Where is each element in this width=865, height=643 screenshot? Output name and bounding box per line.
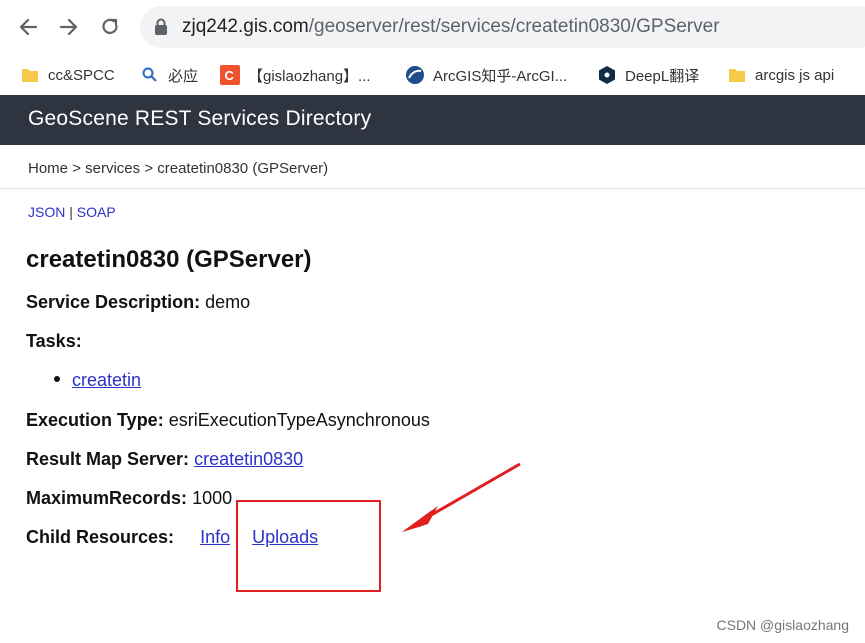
breadcrumb-services[interactable]: services xyxy=(85,160,140,177)
back-button[interactable] xyxy=(14,13,42,41)
url-text: zjq242.gis.com/geoserver/rest/services/c… xyxy=(182,16,720,38)
bookmark-label: ArcGIS知乎-ArcGI... xyxy=(433,67,568,85)
forward-button[interactable] xyxy=(55,13,83,41)
address-bar[interactable]: zjq242.gis.com/geoserver/rest/services/c… xyxy=(140,6,865,48)
bookmark-deepl[interactable]: DeepL翻译 xyxy=(597,63,699,87)
service-description-label: Service Description: xyxy=(26,292,201,312)
highlight-box xyxy=(236,500,381,592)
svg-text:C: C xyxy=(225,68,235,83)
bookmark-ccspcc[interactable]: cc&SPCC xyxy=(20,63,115,87)
service-description-value: demo xyxy=(205,292,251,312)
bookmark-label: arcgis js api xyxy=(755,66,835,84)
url-path: /geoserver/rest/services/createtin0830/G… xyxy=(308,16,720,37)
csdn-icon: C xyxy=(220,65,240,85)
breadcrumb-home[interactable]: Home xyxy=(28,160,68,177)
search-icon xyxy=(140,65,160,85)
arcgis-icon xyxy=(405,65,425,85)
result-map-server-row: Result Map Server: createtin0830 xyxy=(26,449,303,470)
json-link[interactable]: JSON xyxy=(28,204,65,220)
page-title: createtin0830 (GPServer) xyxy=(26,246,312,273)
bookmark-csdn[interactable]: C 【gislaozhang】... xyxy=(220,63,371,87)
bookmark-label: DeepL翻译 xyxy=(625,67,700,85)
format-divider: | xyxy=(69,204,73,220)
reload-icon xyxy=(102,18,118,35)
max-records-row: MaximumRecords: 1000 xyxy=(26,488,232,509)
child-resources-label: Child Resources: xyxy=(26,527,175,547)
lock-icon xyxy=(155,18,167,35)
task-link-createtin[interactable]: createtin xyxy=(72,370,141,390)
browser-toolbar: zjq242.gis.com/geoserver/rest/services/c… xyxy=(0,0,865,56)
reload-button[interactable] xyxy=(96,13,124,41)
breadcrumb-current: createtin0830 (GPServer) xyxy=(157,160,329,177)
task-list-item: createtin xyxy=(54,370,141,391)
folder-icon xyxy=(727,65,747,85)
breadcrumb-bar: Home > services > createtin0830 (GPServe… xyxy=(0,145,865,189)
bookmark-label: 必应 xyxy=(168,67,199,85)
tasks-label: Tasks: xyxy=(26,331,82,351)
breadcrumb-separator: > xyxy=(72,160,81,177)
bookmark-bing[interactable]: 必应 xyxy=(140,63,198,87)
url-host: zjq242.gis.com xyxy=(182,16,309,37)
child-info-link[interactable]: Info xyxy=(200,527,230,547)
bookmark-arcgis-js-api[interactable]: arcgis js api xyxy=(727,63,834,87)
execution-type-value: esriExecutionTypeAsynchronous xyxy=(168,410,430,430)
watermark: CSDN @gislaozhang xyxy=(716,617,850,633)
bookmarks-bar: cc&SPCC 必应 C 【gislaozhang】... ArcGIS知乎-A… xyxy=(0,56,865,94)
max-records-label: MaximumRecords: xyxy=(26,488,188,508)
execution-type-label: Execution Type: xyxy=(26,410,164,430)
annotation-arrow-icon xyxy=(402,462,521,532)
result-map-server-label: Result Map Server: xyxy=(26,449,190,469)
folder-icon xyxy=(20,65,40,85)
execution-type-row: Execution Type: esriExecutionTypeAsynchr… xyxy=(26,410,430,431)
forward-arrow-icon xyxy=(59,18,78,36)
bookmark-label: cc&SPCC xyxy=(48,66,115,84)
header-title: GeoScene REST Services Directory xyxy=(28,107,372,130)
page-header: GeoScene REST Services Directory xyxy=(0,95,865,145)
breadcrumb-separator: > xyxy=(144,160,154,177)
soap-link[interactable]: SOAP xyxy=(77,204,116,220)
bookmark-arcgis-zhihu[interactable]: ArcGIS知乎-ArcGI... xyxy=(405,63,567,87)
tasks-row: Tasks: xyxy=(26,331,82,352)
bullet-dot xyxy=(54,376,60,383)
breadcrumb: Home > services > createtin0830 (GPServe… xyxy=(28,160,328,177)
format-links: JSON | SOAP xyxy=(28,204,116,220)
result-map-server-link[interactable]: createtin0830 xyxy=(194,449,303,469)
back-arrow-icon xyxy=(19,18,38,36)
max-records-value: 1000 xyxy=(192,488,233,508)
service-description-row: Service Description: demo xyxy=(26,292,250,313)
deepl-icon xyxy=(597,65,617,85)
bookmark-label: 【gislaozhang】... xyxy=(248,67,371,85)
